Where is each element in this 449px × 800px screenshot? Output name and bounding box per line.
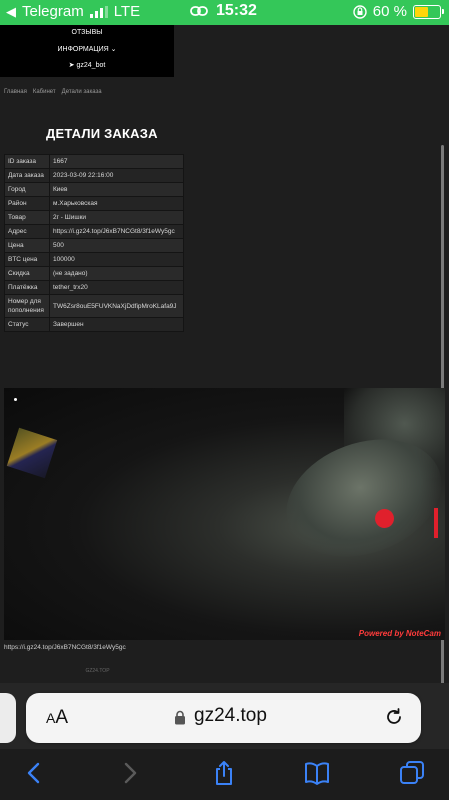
row-key: Дата заказа	[4, 168, 50, 183]
table-row: Район м.Харьковская	[4, 196, 184, 211]
orientation-lock-icon	[353, 4, 367, 19]
row-value[interactable]: https://i.gz24.top/J6xB7NCGt8/3f1eWy5gc	[49, 224, 184, 239]
row-key: ID заказа	[4, 154, 50, 169]
table-row: Адрес https://i.gz24.top/J6xB7NCGt8/3f1eW…	[4, 224, 184, 239]
table-row: Скидка (не задано)	[4, 266, 184, 281]
table-row: Платёжка tether_trx20	[4, 280, 184, 295]
breadcrumb-home[interactable]: Главная	[4, 89, 27, 95]
table-row: BTC цена 100000	[4, 252, 184, 267]
bot-label: gz24_bot	[76, 62, 106, 69]
status-bar: ◀ Telegram LTE 15:32 60 %	[0, 0, 449, 25]
battery-percent: 60 %	[372, 3, 407, 20]
row-key: Статус	[4, 317, 50, 332]
photo-red-mark	[434, 508, 438, 538]
lock-icon	[175, 710, 185, 725]
row-key: Товар	[4, 210, 50, 225]
text-size-big: A	[55, 707, 69, 728]
status-right: 60 %	[353, 3, 444, 20]
site-menu: ОТЗЫВЫ ИНФОРМАЦИЯ ⌄ ➤ gz24_bot	[0, 25, 174, 77]
breadcrumb: Главная Кабинет Детали заказа	[4, 89, 102, 95]
site-footer: GZ24.TOP	[85, 668, 110, 674]
battery-icon	[413, 4, 444, 19]
address-bar[interactable]: AA gz24.top	[26, 693, 421, 743]
menu-item-bot[interactable]: ➤ gz24_bot	[0, 61, 174, 69]
tabs-icon[interactable]	[399, 760, 425, 786]
table-row: Статус Завершен	[4, 317, 184, 332]
forward-icon[interactable]	[116, 760, 142, 786]
photo-watermark: Powered by NoteCam	[358, 629, 441, 638]
row-value: 500	[49, 238, 184, 253]
row-value: tether_trx20	[49, 280, 184, 295]
row-value: 2г - Шишки	[49, 210, 184, 225]
photo-location-marker	[375, 509, 394, 528]
row-value: Завершен	[49, 317, 184, 332]
table-row: Товар 2г - Шишки	[4, 210, 184, 225]
back-icon[interactable]	[22, 760, 48, 786]
row-key: Район	[4, 196, 50, 211]
breadcrumb-cabinet[interactable]: Кабинет	[33, 89, 56, 95]
row-value: м.Харьковская	[49, 196, 184, 211]
bookmarks-icon[interactable]	[304, 760, 330, 786]
status-left: ◀ Telegram LTE	[6, 3, 140, 20]
telegram-icon: ➤	[68, 62, 75, 69]
carrier-label[interactable]: Telegram	[22, 3, 84, 20]
previous-tab-preview[interactable]	[0, 693, 16, 743]
row-value: TW6Zsr8ouE5FUVKNaXjDdfipMroKLafa9J	[49, 294, 184, 318]
row-value: 2023-03-09 22:16:00	[49, 168, 184, 183]
breadcrumb-current: Детали заказа	[61, 89, 102, 95]
share-icon[interactable]	[211, 760, 237, 786]
row-value: 1667	[49, 154, 184, 169]
table-row: Дата заказа 2023-03-09 22:16:00	[4, 168, 184, 183]
browser-toolbar	[0, 749, 449, 800]
row-value: 100000	[49, 252, 184, 267]
network-label: LTE	[113, 3, 141, 20]
row-key: Платёжка	[4, 280, 50, 295]
photo-flag	[6, 427, 58, 479]
link-icon	[190, 6, 208, 16]
row-key: BTC цена	[4, 252, 50, 267]
battery-fill	[415, 6, 428, 17]
table-row: Цена 500	[4, 238, 184, 253]
row-value: Киев	[49, 182, 184, 197]
row-key: Город	[4, 182, 50, 197]
row-key: Адрес	[4, 224, 50, 239]
table-row: Город Киев	[4, 182, 184, 197]
order-photo[interactable]: Powered by NoteCam	[4, 388, 445, 640]
clock: 15:32	[216, 2, 257, 19]
signal-icon	[89, 5, 108, 18]
menu-item-reviews[interactable]: ОТЗЫВЫ	[0, 29, 174, 36]
address-url[interactable]: gz24.top	[194, 705, 267, 727]
page-title: ДЕТАЛИ ЗАКАЗА	[46, 126, 158, 141]
order-details-table: ID заказа 1667 Дата заказа 2023-03-09 22:1…	[4, 154, 184, 332]
photo-light	[14, 398, 17, 401]
menu-item-info[interactable]: ИНФОРМАЦИЯ ⌄	[0, 45, 174, 53]
status-center: 15:32	[190, 2, 257, 20]
text-size-button[interactable]: AA	[46, 707, 68, 729]
row-key: Цена	[4, 238, 50, 253]
back-to-app-icon[interactable]: ◀	[6, 4, 16, 20]
photo-url-link[interactable]: https://i.gz24.top/J6xB7NCGt8/3f1eWy5gc	[4, 644, 126, 651]
row-key: Номер для пополнения	[4, 294, 50, 318]
text-size-small: A	[46, 710, 56, 726]
table-row: Номер для пополнения TW6Zsr8ouE5FUVKNaXjD…	[4, 294, 184, 318]
reload-icon[interactable]	[383, 706, 405, 728]
table-row: ID заказа 1667	[4, 154, 184, 169]
row-value: (не задано)	[49, 266, 184, 281]
row-key: Скидка	[4, 266, 50, 281]
